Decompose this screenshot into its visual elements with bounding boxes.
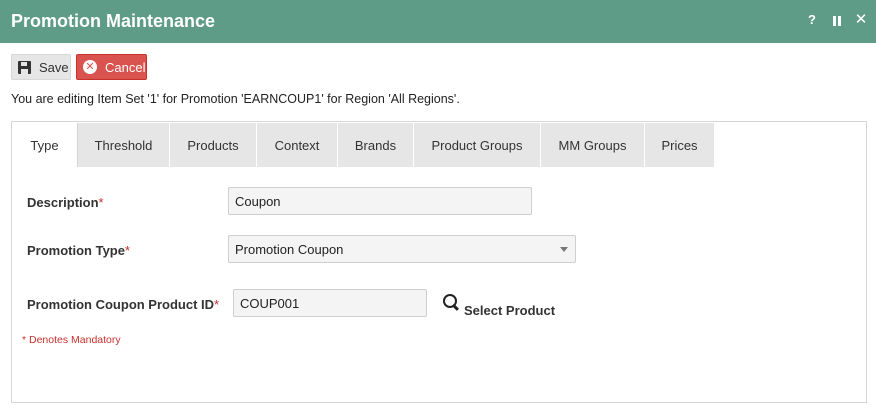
description-label: Description*: [27, 195, 104, 210]
search-icon[interactable]: [443, 294, 459, 310]
mandatory-note: * Denotes Mandatory: [22, 334, 121, 346]
save-button[interactable]: Save: [11, 54, 71, 80]
tab-brands[interactable]: Brands: [338, 123, 414, 167]
tab-product-groups[interactable]: Product Groups: [414, 123, 541, 167]
tab-threshold[interactable]: Threshold: [78, 123, 170, 167]
tab-mm-groups[interactable]: MM Groups: [541, 123, 645, 167]
dropdown-caret-icon: [560, 247, 568, 252]
floppy-disk-icon: [18, 60, 31, 74]
tab-products[interactable]: Products: [170, 123, 257, 167]
tab-type[interactable]: Type: [12, 123, 78, 167]
help-icon[interactable]: ?: [804, 12, 820, 30]
promotion-type-value: Promotion Coupon: [235, 241, 344, 257]
close-icon[interactable]: ✕: [853, 10, 869, 28]
cancel-button[interactable]: ✕ Cancel: [76, 54, 147, 80]
window-title: Promotion Maintenance: [11, 11, 216, 31]
promotion-type-label: Promotion Type*: [27, 243, 131, 258]
cancel-x-circle-icon: ✕: [83, 60, 97, 74]
coupon-product-id-label: Promotion Coupon Product ID*: [27, 297, 220, 312]
title-bar: Promotion Maintenance ? ✕: [0, 0, 876, 43]
tab-context[interactable]: Context: [257, 123, 338, 167]
description-input[interactable]: Coupon: [228, 187, 532, 215]
editing-info-message: You are editing Item Set '1' for Promoti…: [11, 92, 460, 106]
promotion-type-select[interactable]: Promotion Coupon: [228, 235, 576, 263]
tab-bar: Type Threshold Products Context Brands P…: [12, 123, 715, 167]
coupon-product-id-input[interactable]: COUP001: [233, 289, 427, 317]
tab-prices[interactable]: Prices: [645, 123, 715, 167]
cancel-button-label: Cancel: [105, 59, 146, 75]
save-button-label: Save: [39, 59, 69, 75]
select-product-link[interactable]: Select Product: [464, 303, 555, 318]
pause-icon[interactable]: [829, 12, 845, 30]
